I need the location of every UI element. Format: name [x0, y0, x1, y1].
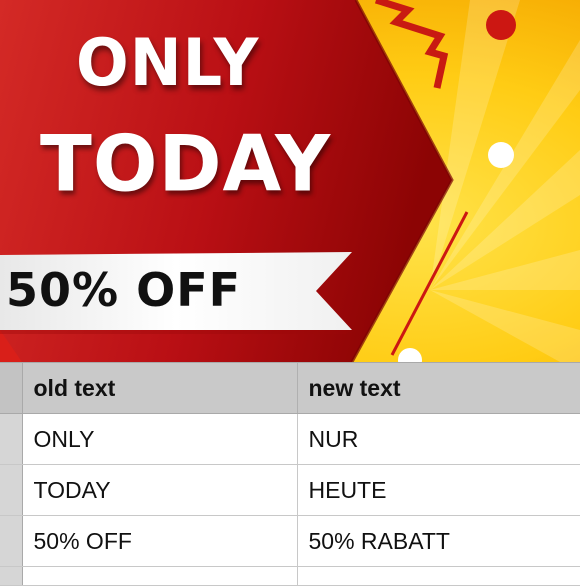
row-header[interactable]: [0, 464, 23, 516]
translation-spreadsheet: old text new text ONLY NUR TODAY HEUTE 5…: [0, 362, 580, 586]
row-header[interactable]: [0, 515, 23, 567]
cell-empty[interactable]: [297, 566, 580, 586]
table-row-empty: [0, 566, 580, 586]
cell-new-text[interactable]: HEUTE: [297, 464, 580, 516]
header-cell-new-text[interactable]: new text: [297, 363, 580, 414]
header-cell-old-text[interactable]: old text: [22, 363, 298, 414]
cell-old-text[interactable]: ONLY: [22, 413, 298, 465]
cell-old-text[interactable]: 50% OFF: [22, 515, 298, 567]
row-header[interactable]: [0, 566, 23, 586]
row-header[interactable]: [0, 413, 23, 465]
headline-today: TODAY: [40, 118, 332, 209]
red-dot: [486, 10, 516, 40]
header-row: old text new text: [0, 363, 580, 414]
cell-empty[interactable]: [22, 566, 298, 586]
table-row: TODAY HEUTE: [0, 464, 580, 516]
cell-new-text[interactable]: NUR: [297, 413, 580, 465]
sale-banner-image: ONLY TODAY 50% OFF: [0, 0, 580, 362]
white-dot: [488, 142, 514, 168]
headline-only: ONLY: [76, 24, 260, 101]
translation-table: old text new text ONLY NUR TODAY HEUTE 5…: [0, 363, 580, 586]
cell-new-text[interactable]: 50% RABATT: [297, 515, 580, 567]
table-row: ONLY NUR: [0, 413, 580, 465]
table-row: 50% OFF 50% RABATT: [0, 515, 580, 567]
cell-old-text[interactable]: TODAY: [22, 464, 298, 516]
discount-text: 50% OFF: [6, 263, 242, 317]
corner-cell[interactable]: [0, 363, 23, 414]
